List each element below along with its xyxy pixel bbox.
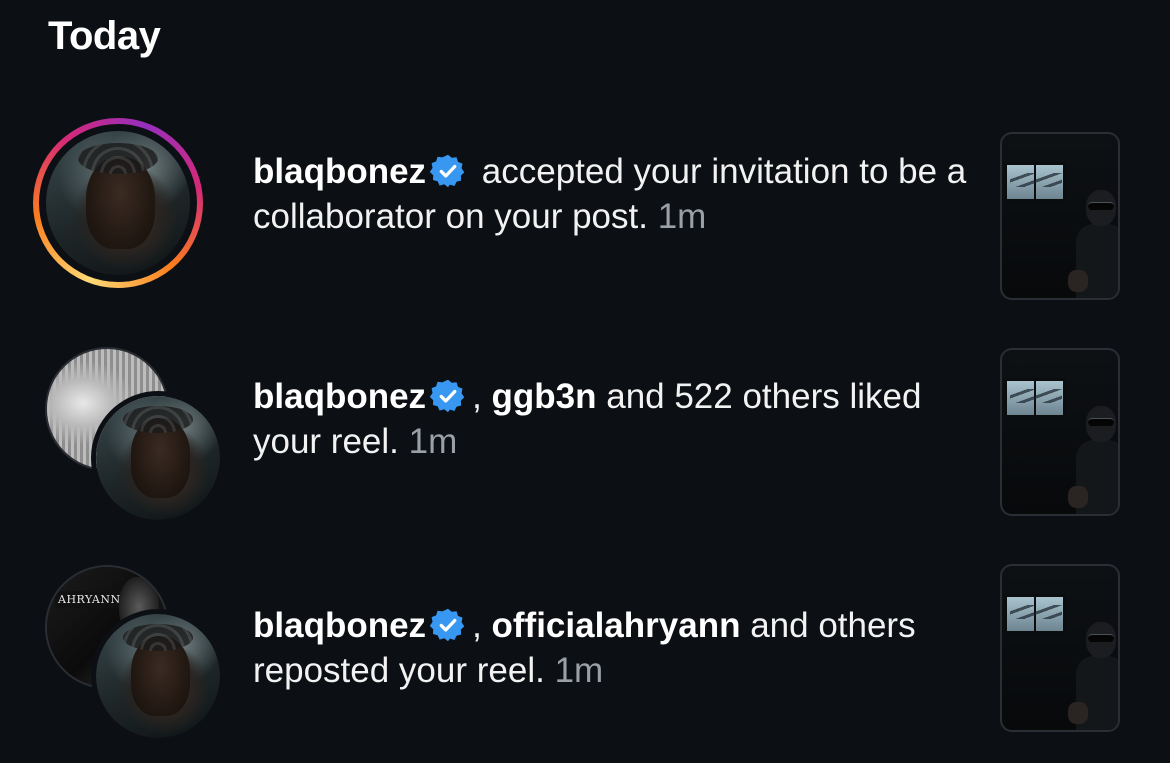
section-title-today: Today [48,14,161,58]
reel-thumbnail[interactable] [1000,348,1120,516]
username-link[interactable]: blaqbonez [253,152,426,191]
avatar [91,609,225,743]
notification-text: blaqbonez accepted your invitation to be… [253,149,973,239]
notification-text: blaqbonez, ggb3n and 522 others liked yo… [253,374,973,464]
reel-thumbnail[interactable] [1000,132,1120,300]
timestamp: 1m [408,422,458,461]
notification-row[interactable]: AHRYANN blaqbonez, officialahryann and o… [0,563,1170,763]
thumbnail-window [1004,162,1066,202]
timestamp: 1m [657,197,707,236]
thumbnail-window [1004,378,1066,418]
avatar-logo: AHRYANN [55,591,124,608]
verified-badge-icon [430,154,465,188]
username-link[interactable]: blaqbonez [253,606,426,645]
reel-thumbnail[interactable] [1000,564,1120,732]
verified-badge-icon [430,608,465,642]
notification-row[interactable]: blaqbonez, ggb3n and 522 others liked yo… [0,345,1170,545]
timestamp: 1m [554,651,604,690]
thumbnail-window [1004,594,1066,634]
notification-row[interactable]: blaqbonez accepted your invitation to be… [0,115,1170,315]
stacked-avatars[interactable] [45,347,225,525]
username-link[interactable]: officialahryann [492,606,741,645]
notification-text: blaqbonez, officialahryann and others re… [253,603,973,693]
avatar [91,391,225,525]
username-link[interactable]: ggb3n [492,377,597,416]
stacked-avatars[interactable]: AHRYANN [45,565,225,743]
avatar [46,131,190,275]
story-ring-avatar[interactable] [33,118,203,288]
separator: , [472,606,492,645]
username-link[interactable]: blaqbonez [253,377,426,416]
separator: , [472,377,492,416]
verified-badge-icon [430,379,465,413]
